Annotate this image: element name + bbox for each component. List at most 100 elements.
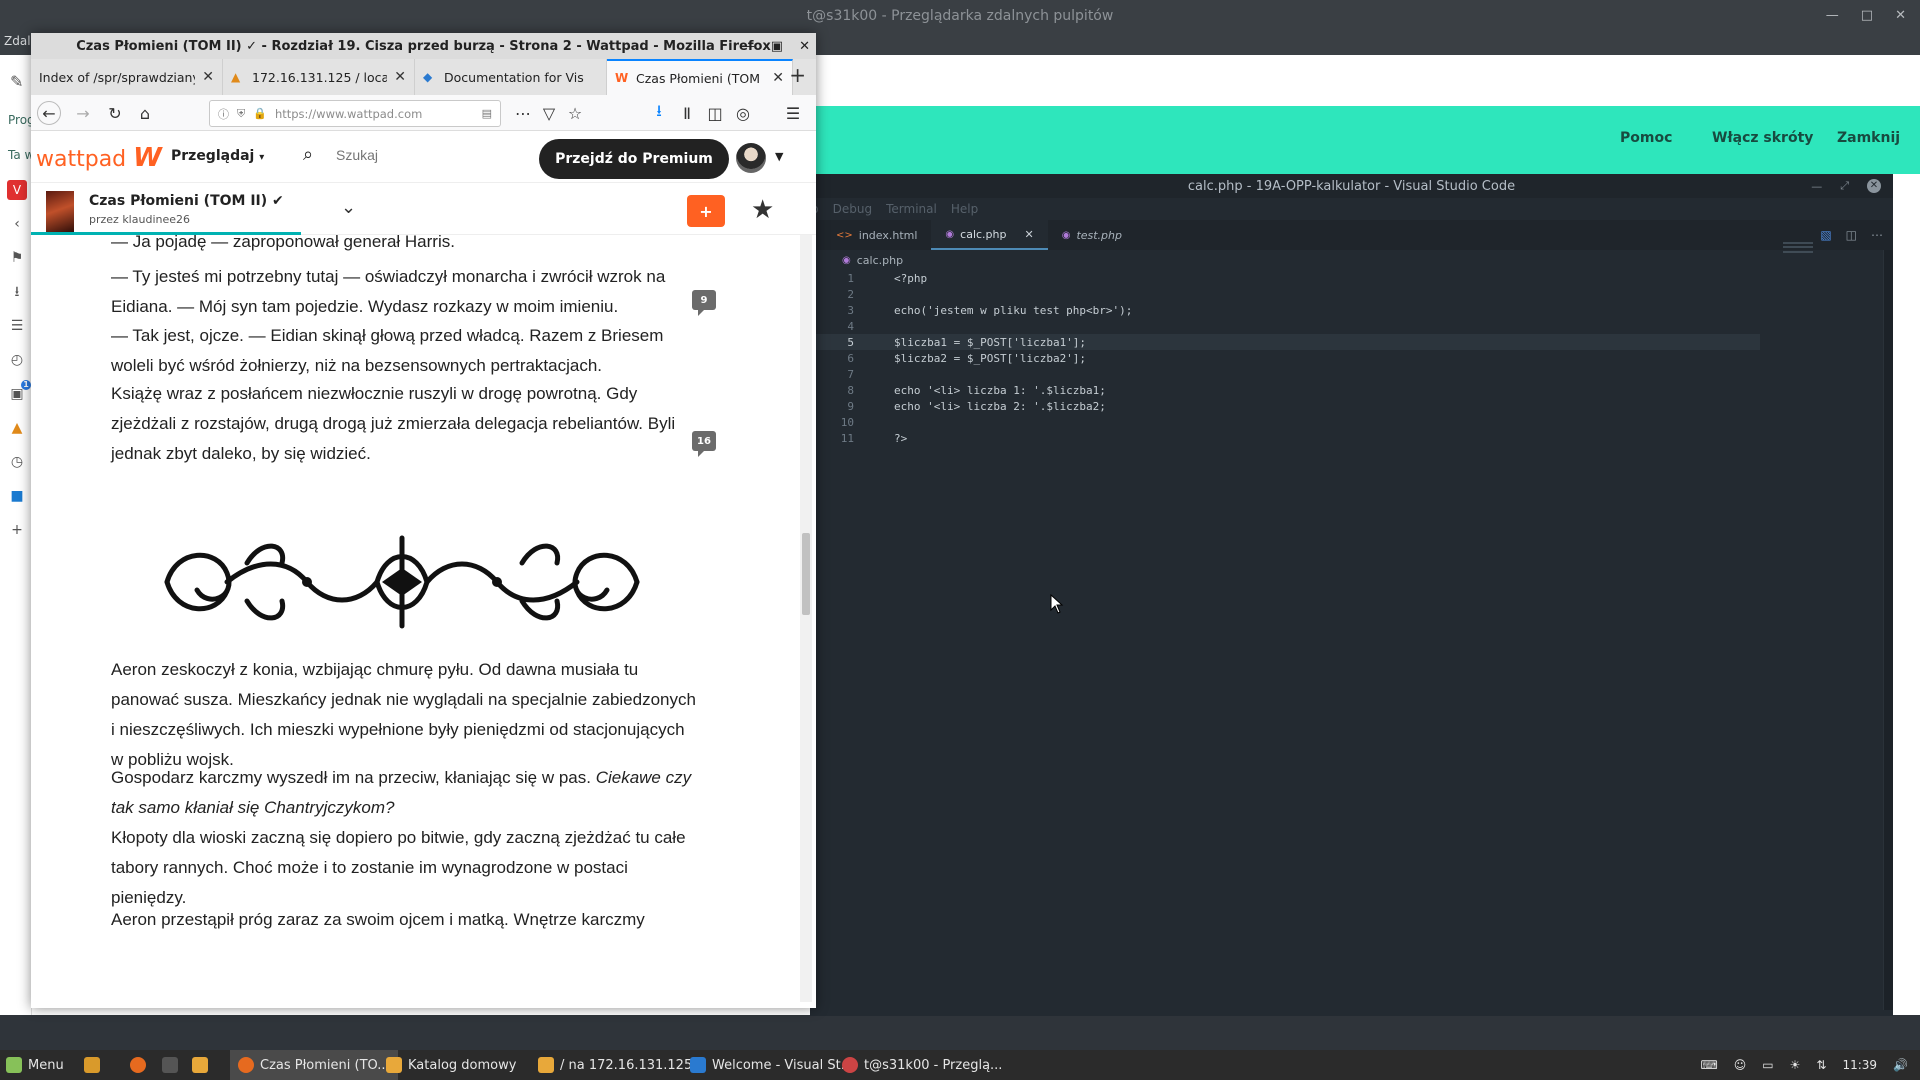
close-tab-icon[interactable]: ✕ (394, 69, 406, 85)
close-tab-icon[interactable]: ✕ (202, 69, 214, 85)
url-text[interactable]: https://www.wattpad.com (275, 107, 474, 121)
home-icon[interactable]: ⌂ (133, 101, 157, 125)
taskbar-item-remote-desktop[interactable]: t@s31k00 - Przeglą... (842, 1050, 1002, 1080)
url-bar[interactable]: ⓘ ⛨ 🔒 https://www.wattpad.com ▤ (209, 100, 501, 127)
minimize-icon[interactable]: — (742, 39, 755, 54)
tab-phpmyadmin[interactable]: ▲ 172.16.131.125 / localh ✕ (223, 59, 415, 95)
display-icon[interactable]: ▭ (1762, 1058, 1773, 1072)
comment-count-badge[interactable]: 16 (692, 431, 716, 457)
launcher-firefox[interactable] (130, 1050, 146, 1080)
taskbar-item-remote-folder[interactable]: / na 172.16.131.125 (538, 1050, 692, 1080)
browse-dropdown[interactable]: Przeglądaj ▾ (171, 148, 264, 164)
story-cover[interactable] (46, 191, 74, 233)
chevron-down-icon[interactable]: ⌄ (341, 197, 356, 218)
launcher-folder[interactable] (192, 1050, 208, 1080)
network-icon[interactable]: ⇅ (1816, 1058, 1826, 1072)
close-tab-icon[interactable]: ✕ (772, 70, 784, 86)
user-icon[interactable]: ☺ (1734, 1058, 1747, 1072)
minimize-icon[interactable]: — (1826, 8, 1839, 23)
add-to-library-button[interactable]: + (687, 195, 725, 227)
close-icon[interactable]: ✕ (1867, 179, 1881, 193)
scrollbar-thumb[interactable] (802, 533, 810, 615)
vivaldi-icon[interactable]: V (7, 180, 27, 200)
panel-icon[interactable]: ■ (7, 486, 27, 506)
tab-index-html[interactable]: <> index.html (810, 220, 931, 250)
downloads-icon[interactable]: ⭳ (647, 101, 671, 125)
back-icon[interactable]: ← (37, 101, 61, 125)
volume-icon[interactable]: 🔊 (1893, 1058, 1908, 1072)
maximize-icon[interactable]: □ (1861, 8, 1873, 23)
account-icon[interactable]: ◎ (731, 101, 755, 125)
taskbar-item-firefox[interactable]: Czas Płomieni (TO... (230, 1050, 398, 1080)
maximize-icon[interactable]: ▣ (771, 39, 783, 54)
taskbar-item-vscode[interactable]: Welcome - Visual St... (690, 1050, 853, 1080)
history-icon[interactable]: ◴ (7, 350, 27, 370)
premium-button[interactable]: Przejdź do Premium (539, 139, 729, 179)
menu-debug[interactable]: Debug (833, 202, 872, 216)
keyboard-icon[interactable]: ⌨ (1700, 1058, 1717, 1072)
editor-scrollbar[interactable] (1883, 250, 1893, 1010)
window-icon[interactable]: ▣ 1 (7, 380, 31, 404)
reader-view-icon[interactable]: ▤ (482, 107, 492, 120)
comment-count-badge[interactable]: 9 (692, 290, 716, 316)
launcher-files[interactable] (84, 1050, 100, 1080)
close-tab-icon[interactable]: ✕ (1024, 228, 1033, 241)
brightness-icon[interactable]: ☀ (1790, 1058, 1801, 1072)
library-icon[interactable]: Ⅱ (675, 101, 699, 125)
shield-icon[interactable]: ⛨ (237, 107, 245, 121)
line-text: $liczba1 = $_POST['liczba1']; (894, 335, 1087, 349)
minimap[interactable] (1783, 242, 1813, 258)
tab-wattpad[interactable]: W Czas Płomieni (TOM II) ✕ (607, 59, 793, 95)
caret-down-icon[interactable]: ▼ (775, 150, 783, 163)
breadcrumb-file[interactable]: calc.php (857, 254, 903, 267)
help-link[interactable]: Pomoc (1620, 130, 1672, 146)
split-editor-icon[interactable]: ◫ (1846, 228, 1857, 242)
new-tab-icon[interactable]: + (789, 63, 806, 87)
pocket-icon[interactable]: ▽ (537, 101, 561, 125)
taskbar-item-home[interactable]: Katalog domowy (386, 1050, 516, 1080)
bookmark-star-icon[interactable]: ☆ (563, 101, 587, 125)
menu-terminal[interactable]: Terminal (886, 202, 937, 216)
add-panel-icon[interactable]: + (7, 520, 27, 540)
notes-icon[interactable]: ☰ (7, 316, 27, 336)
sidebar-toggle-icon[interactable]: ◫ (703, 101, 727, 125)
tab-vscode-docs[interactable]: ◆ Documentation for Vis (415, 59, 607, 95)
minimize-icon[interactable]: — (1811, 180, 1822, 193)
shortcuts-link[interactable]: Włącz skróty (1712, 130, 1813, 146)
back-icon[interactable]: ‹ (7, 214, 27, 234)
tab-calc-php[interactable]: ◉ calc.php ✕ (931, 220, 1048, 250)
open-preview-icon[interactable]: ▧ (1820, 228, 1831, 242)
tab-index[interactable]: Index of /spr/sprawdziany ✕ (31, 59, 223, 95)
page-actions-icon[interactable]: ⋯ (511, 101, 535, 125)
reload-icon[interactable]: ↻ (103, 101, 127, 125)
search-icon[interactable]: ⌕ (303, 144, 313, 165)
wattpad-logo[interactable]: wattpad W (36, 143, 162, 173)
download-icon[interactable]: ⭳ (7, 282, 27, 302)
close-icon[interactable]: ✕ (1895, 8, 1906, 23)
start-menu-button[interactable]: Menu (6, 1050, 64, 1080)
avatar[interactable] (736, 143, 766, 173)
pen-icon[interactable]: ✎ (10, 72, 23, 91)
more-actions-icon[interactable]: ⋯ (1871, 228, 1883, 242)
page-scrollbar[interactable] (800, 235, 812, 1002)
code-editor[interactable]: 1 <?php 2 3 echo('jestem w pliku test php<… (810, 270, 1893, 1010)
story-author[interactable]: przez klaudinee26 (89, 213, 190, 226)
clock-icon[interactable]: ◷ (7, 452, 27, 472)
hamburger-menu-icon[interactable]: ☰ (781, 101, 805, 125)
tab-test-php[interactable]: ◉ test.php (1048, 220, 1136, 250)
menu-help[interactable]: Help (951, 202, 978, 216)
phpmyadmin-icon[interactable]: ▲ (7, 418, 27, 438)
info-icon[interactable]: ⓘ (218, 106, 229, 122)
taskbar-item-label: t@s31k00 - Przeglą... (864, 1057, 1003, 1073)
restore-icon[interactable]: ⤢ (1840, 179, 1849, 193)
clock[interactable]: 11:39 (1842, 1058, 1877, 1072)
vote-star-icon[interactable]: ★ (751, 195, 774, 225)
launcher-terminal[interactable] (162, 1050, 178, 1080)
close-icon[interactable]: ✕ (799, 39, 810, 54)
outer-menu-fragment[interactable]: Zdal (4, 34, 31, 48)
close-link[interactable]: Zamknij (1837, 130, 1900, 146)
forward-icon[interactable]: → (71, 101, 95, 125)
search-input[interactable] (336, 147, 476, 163)
story-title[interactable]: Czas Płomieni (TOM II) ✔ (89, 193, 284, 209)
bookmark-icon[interactable]: ⚑ (7, 248, 27, 268)
